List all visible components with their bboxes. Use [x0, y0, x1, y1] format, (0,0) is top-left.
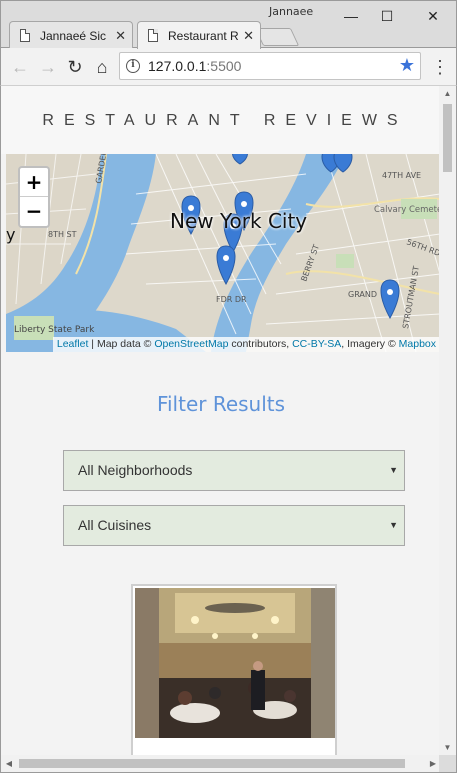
restaurant-card — [131, 584, 337, 772]
page-icon — [20, 29, 30, 42]
dropdown-arrow-icon: ▼ — [389, 520, 398, 530]
tab-close-icon[interactable]: ✕ — [243, 22, 254, 49]
tab-jannaee[interactable]: Jannaeé Sic ✕ — [9, 21, 133, 49]
mapbox-link[interactable]: Mapbox — [399, 338, 436, 350]
url-port: :5500 — [206, 58, 242, 74]
close-window-icon[interactable]: ✕ — [421, 7, 445, 25]
scroll-left-icon[interactable]: ◀ — [1, 755, 17, 772]
attribution-text: , Imagery © — [341, 338, 399, 350]
maximize-icon[interactable]: ☐ — [375, 7, 399, 25]
filter-title: Filter Results — [156, 392, 286, 416]
map-attribution: Leaflet | Map data © OpenStreetMap contr… — [52, 337, 440, 352]
dropdown-arrow-icon: ▼ — [389, 465, 398, 475]
osm-link[interactable]: OpenStreetMap — [154, 338, 228, 350]
browser-toolbar: ← → ↻ ⌂ i 127.0.0.1:5500 ★ ⋮ — [0, 48, 457, 86]
scroll-down-icon[interactable]: ▼ — [439, 740, 456, 756]
map-label: FDR DR — [216, 295, 247, 304]
neighborhoods-select[interactable]: All Neighborhoods ▼ — [63, 450, 405, 491]
window-user-name: Jannaee — [269, 5, 314, 18]
tab-title: Restaurant R — [168, 29, 239, 43]
forward-arrow-icon[interactable]: → — [37, 56, 59, 78]
site-header: RESTAURANT REVIEWS — [1, 86, 441, 154]
scroll-up-icon[interactable]: ▲ — [439, 86, 456, 102]
map-label: 8TH ST — [48, 230, 77, 239]
neighborhoods-select-value: All Neighborhoods — [78, 462, 193, 478]
map-label: Calvary Cemetery — [374, 205, 440, 215]
minimize-icon[interactable]: — — [339, 7, 363, 25]
page-icon — [148, 29, 158, 42]
restaurant-map[interactable]: GARDEN 8TH ST Calvary Cemetery Liberty S… — [6, 154, 440, 352]
reload-icon[interactable]: ↻ — [64, 56, 86, 78]
new-tab-button[interactable] — [254, 28, 300, 46]
cuisines-select[interactable]: All Cuisines ▼ — [63, 505, 405, 546]
scrollbar-corner — [439, 755, 456, 772]
zoom-out-button[interactable]: − — [20, 197, 48, 226]
scroll-thumb[interactable] — [19, 759, 405, 768]
scroll-thumb[interactable] — [443, 104, 452, 172]
home-icon[interactable]: ⌂ — [91, 56, 113, 78]
map-label: GRAND — [348, 290, 377, 299]
back-arrow-icon[interactable]: ← — [9, 56, 31, 78]
map-label: Liberty State Park — [14, 325, 95, 335]
restaurant-image[interactable] — [135, 588, 335, 738]
bookmark-star-icon[interactable]: ★ — [399, 55, 415, 76]
cuisines-select-value: All Cuisines — [78, 517, 152, 533]
map-tiles: GARDEN 8TH ST Calvary Cemetery Liberty S… — [6, 154, 440, 352]
leaflet-link[interactable]: Leaflet — [57, 338, 89, 350]
license-link[interactable]: CC-BY-SA — [292, 338, 341, 350]
attribution-text: contributors, — [228, 338, 293, 350]
site-title[interactable]: RESTAURANT REVIEWS — [1, 112, 441, 130]
url-host: 127.0.0.1 — [148, 58, 207, 74]
vertical-scrollbar[interactable]: ▲ ▼ — [439, 86, 456, 756]
zoom-in-button[interactable]: + — [20, 168, 48, 197]
attribution-text: | Map data © — [88, 338, 155, 350]
tab-close-icon[interactable]: ✕ — [115, 22, 126, 49]
address-bar[interactable]: i 127.0.0.1:5500 ★ — [119, 52, 421, 80]
url-text: 127.0.0.1:5500 — [148, 58, 241, 74]
horizontal-scrollbar[interactable]: ◀ ▶ — [1, 755, 441, 772]
map-city-label: New York City — [170, 209, 308, 233]
page-viewport: RESTAURANT REVIEWS GARDEN 8TH ST Calvary… — [0, 86, 457, 773]
tab-restaurant-reviews[interactable]: Restaurant R ✕ — [137, 21, 261, 49]
info-icon[interactable]: i — [126, 59, 140, 73]
map-label: y — [6, 225, 15, 244]
window-titlebar: Jannaeé Sic ✕ Restaurant R ✕ Jannaee — ☐… — [0, 0, 457, 49]
map-label: 47TH AVE — [382, 171, 421, 180]
zoom-control: + − — [18, 166, 50, 228]
tab-title: Jannaeé Sic — [40, 29, 107, 43]
browser-menu-icon[interactable]: ⋮ — [431, 56, 449, 78]
